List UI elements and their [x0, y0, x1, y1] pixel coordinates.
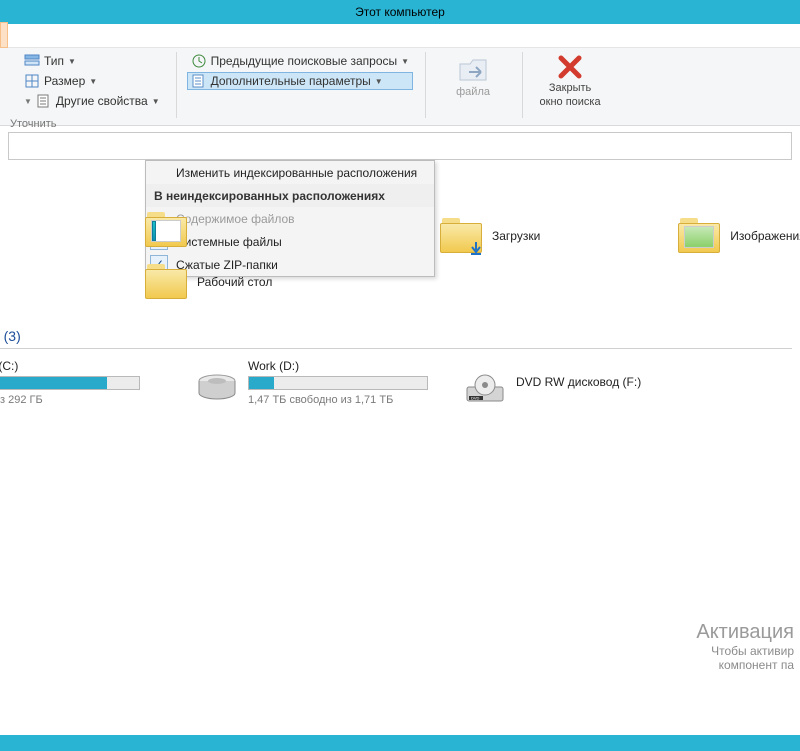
- window-title: Этот компьютер: [355, 5, 445, 19]
- disk-f[interactable]: DVD DVD RW дисковод (F:): [464, 359, 641, 406]
- advanced-options-menu: Изменить индексированные расположения В …: [145, 160, 435, 277]
- advanced-options-dropdown[interactable]: Дополнительные параметры ▼: [187, 72, 413, 90]
- other-properties-dropdown[interactable]: ▼ Другие свойства ▼: [20, 92, 164, 110]
- usage-bar: [248, 376, 428, 390]
- folder-icon: [678, 218, 720, 254]
- ribbon-group-label: Уточнить: [10, 118, 57, 130]
- menu-section-header: В неиндексированных расположениях: [146, 184, 434, 207]
- taskbar[interactable]: [0, 735, 800, 751]
- activation-watermark: Активация Чтобы активир компонент па: [696, 621, 794, 672]
- folder-icon: [145, 212, 187, 248]
- open-folder-icon: [457, 54, 489, 84]
- usage-bar: [0, 376, 140, 390]
- menu-change-indexed[interactable]: Изменить индексированные расположения: [146, 161, 434, 184]
- menu-zip-folders[interactable]: ✓ Сжатые ZIP-папки: [146, 253, 434, 276]
- folder-icon: [145, 264, 187, 300]
- type-dropdown[interactable]: Тип ▼: [20, 52, 164, 70]
- chevron-down-icon: ▼: [68, 57, 76, 66]
- type-icon: [24, 53, 40, 69]
- svg-text:DVD: DVD: [471, 396, 480, 401]
- download-arrow-icon: [468, 240, 484, 256]
- folder-icon: [440, 218, 482, 254]
- content-area: Изменить индексированные расположения В …: [0, 160, 800, 720]
- size-icon: [24, 73, 40, 89]
- size-dropdown[interactable]: Размер ▼: [20, 72, 164, 90]
- address-bar[interactable]: [8, 132, 792, 160]
- menu-system-files[interactable]: ✓ Системные файлы: [146, 230, 434, 253]
- chevron-down-icon: ▼: [89, 77, 97, 86]
- advanced-icon: [191, 73, 207, 89]
- close-icon: [557, 54, 583, 80]
- hdd-icon: [196, 373, 238, 405]
- open-file-location-button: файла: [436, 52, 510, 98]
- folder-downloads[interactable]: Загрузки: [440, 218, 540, 254]
- chevron-down-icon: ▼: [401, 57, 409, 66]
- dvd-drive-icon: DVD: [464, 373, 506, 405]
- chevron-down-icon: ▼: [24, 97, 32, 106]
- ribbon-tabstrip: [0, 24, 800, 48]
- close-search-button[interactable]: Закрыть окно поиска: [533, 52, 607, 108]
- disk-c[interactable]: й диск (C:) бодно из 292 ГБ: [0, 359, 160, 406]
- ribbon-file-tab-edge[interactable]: [0, 22, 8, 48]
- menu-file-contents: Содержимое файлов: [146, 207, 434, 230]
- properties-icon: [36, 93, 52, 109]
- previous-queries-dropdown[interactable]: Предыдущие поисковые запросы ▼: [187, 52, 413, 70]
- history-icon: [191, 53, 207, 69]
- disk-d[interactable]: Work (D:) 1,47 ТБ свободно из 1,71 ТБ: [196, 359, 428, 406]
- chevron-down-icon: ▼: [152, 97, 160, 106]
- window-titlebar: Этот компьютер: [0, 0, 800, 24]
- chevron-down-icon: ▼: [375, 77, 383, 86]
- disks-section-header[interactable]: ▷ ски (3): [0, 300, 800, 346]
- ribbon: Тип ▼ Размер ▼ ▼ Другие свойства ▼ Преды…: [0, 48, 800, 126]
- folder-images[interactable]: Изображения: [678, 218, 800, 254]
